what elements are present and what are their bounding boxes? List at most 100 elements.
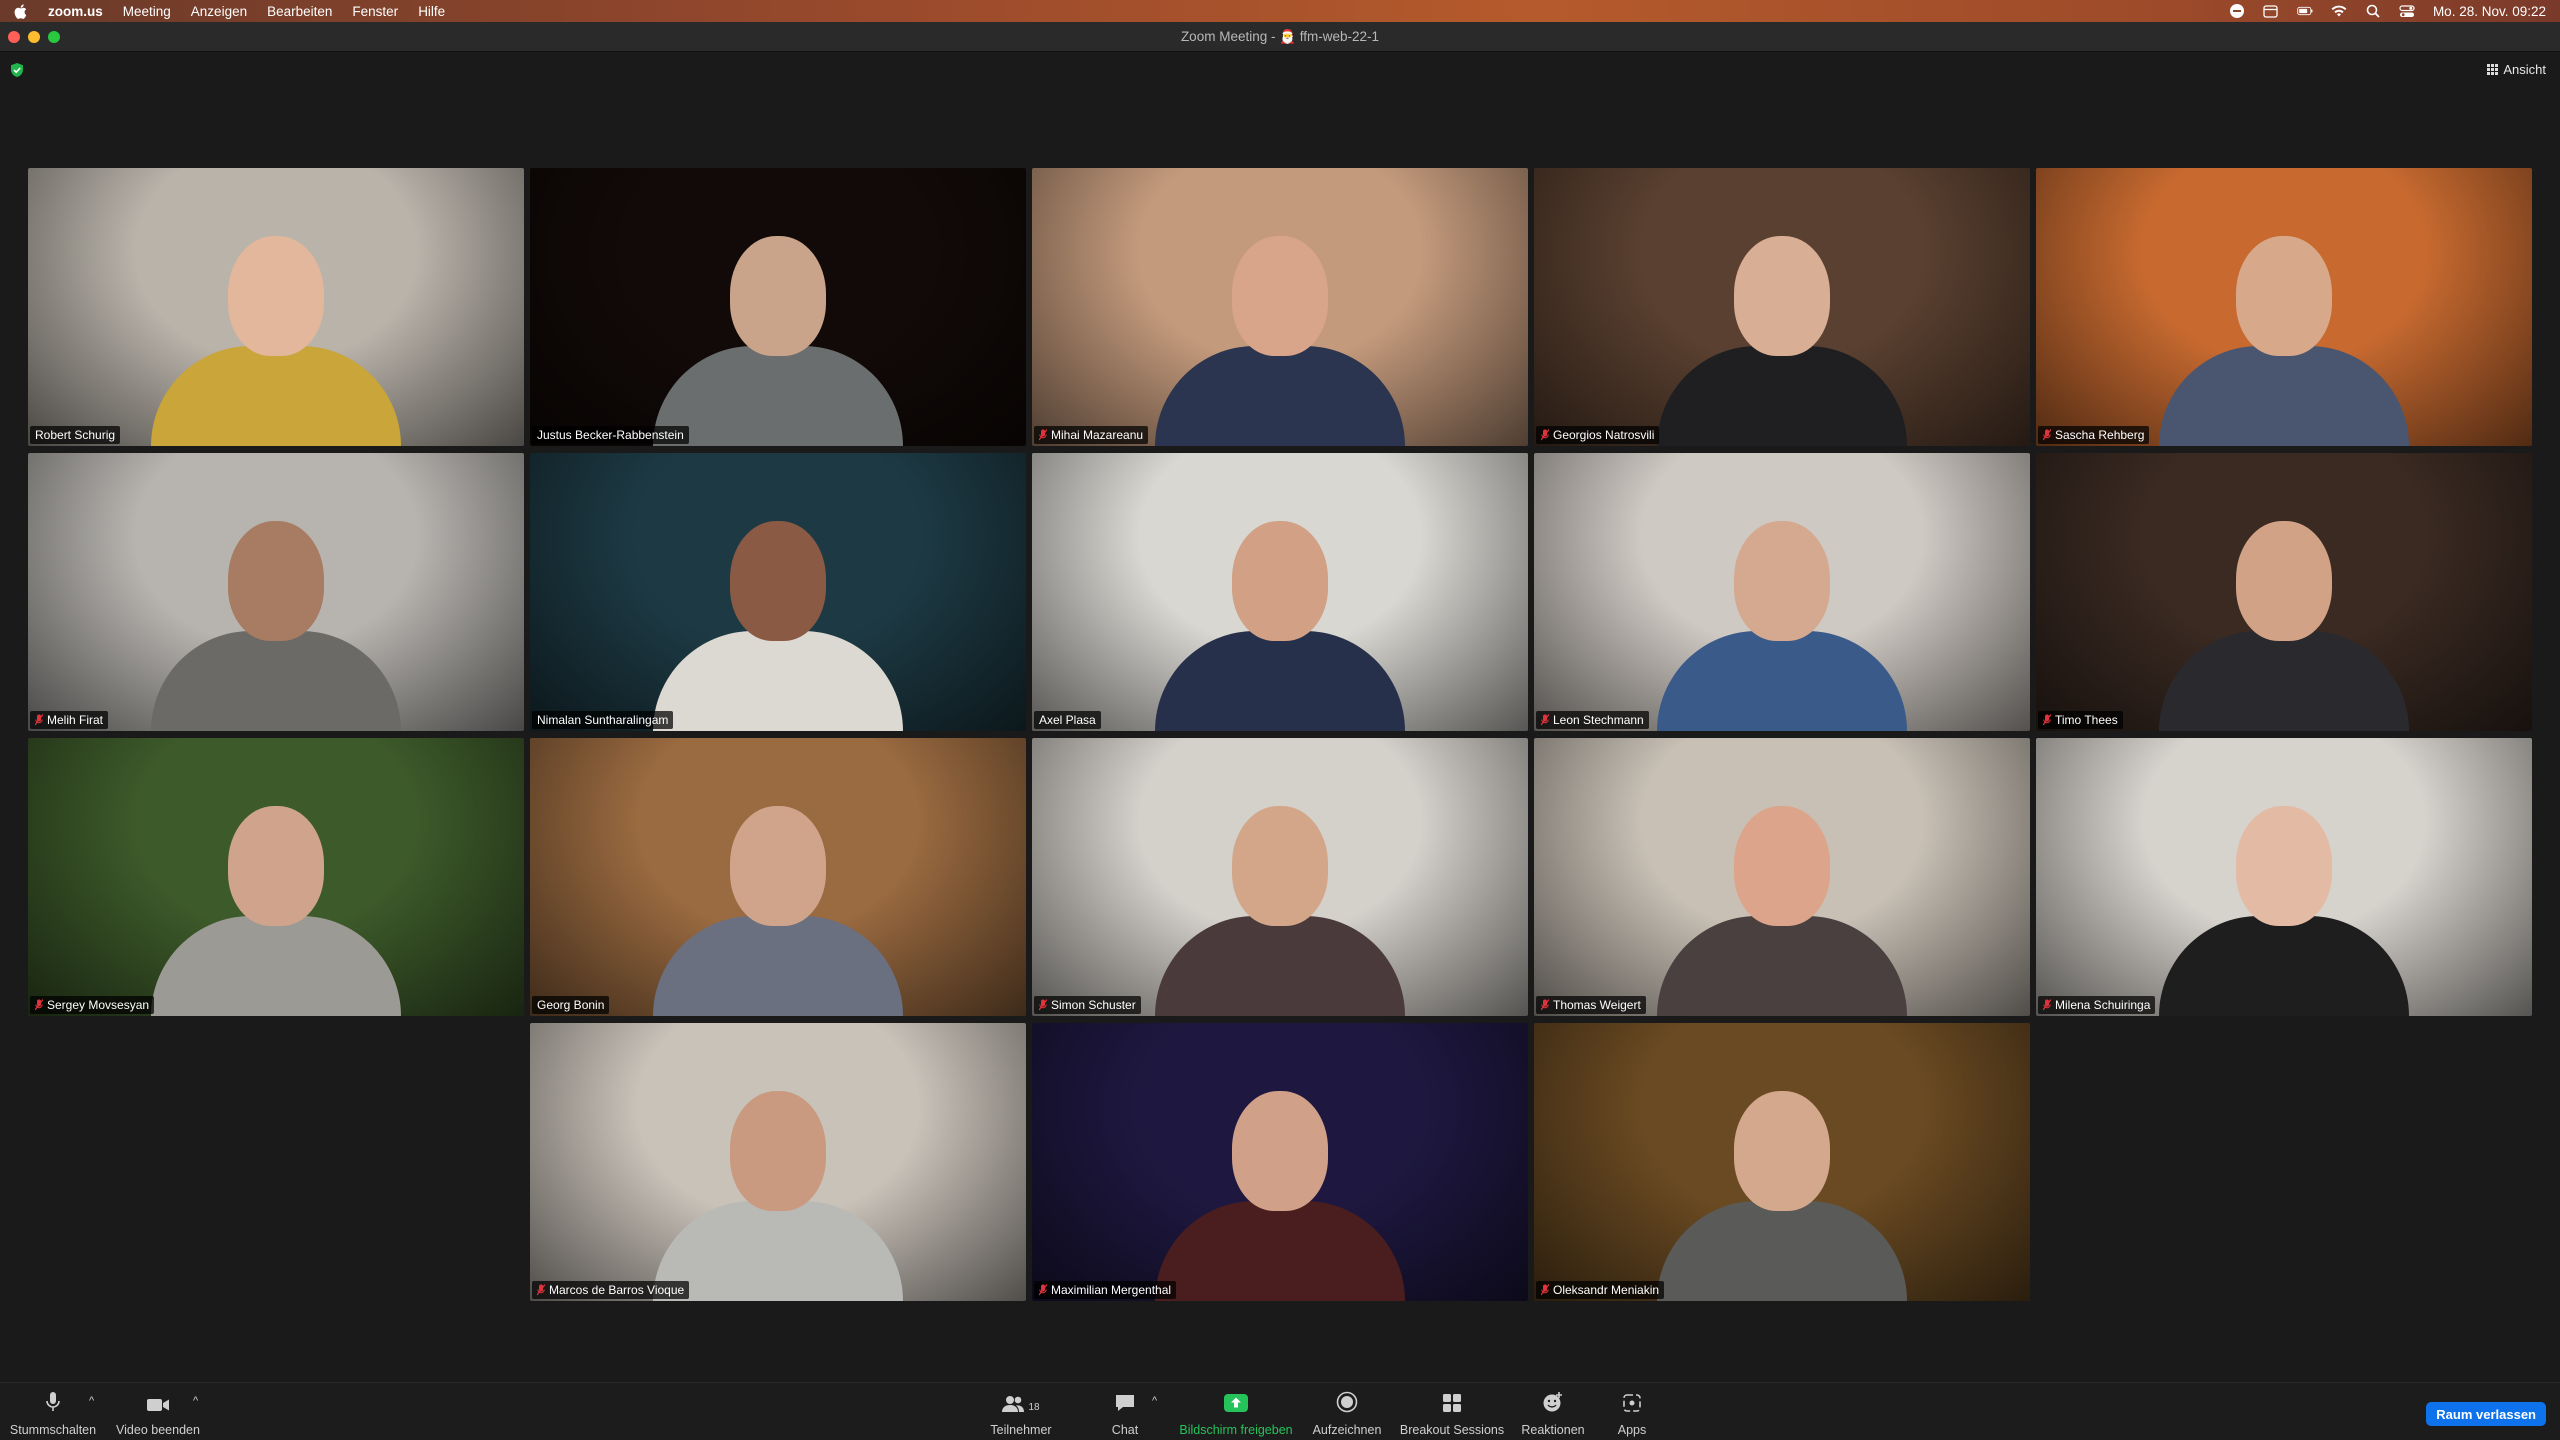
participant-name-tag: Georgios Natrosvili bbox=[1536, 426, 1660, 444]
reactions-button[interactable]: Reaktionen bbox=[1516, 1391, 1590, 1437]
share-screen-button[interactable]: Bildschirm freigeben bbox=[1172, 1391, 1300, 1437]
participant-body bbox=[151, 631, 401, 731]
participant-video-tile[interactable]: Sascha Rehberg bbox=[2036, 168, 2532, 446]
record-button[interactable]: Aufzeichnen bbox=[1306, 1391, 1388, 1437]
participant-video-feed bbox=[2154, 481, 2414, 731]
participant-video-tile[interactable]: Timo Thees bbox=[2036, 453, 2532, 731]
participants-button-label: Teilnehmer bbox=[990, 1423, 1052, 1437]
muted-microphone-icon bbox=[1540, 1284, 1550, 1296]
participant-name: Justus Becker-Rabbenstein bbox=[537, 428, 684, 442]
participant-video-feed bbox=[1150, 1051, 1410, 1301]
breakout-sessions-button-label: Breakout Sessions bbox=[1399, 1423, 1505, 1437]
participant-video-tile[interactable]: Nimalan Suntharalingam bbox=[530, 453, 1026, 731]
participant-body bbox=[1155, 346, 1405, 446]
participant-name: Timo Thees bbox=[2055, 713, 2118, 727]
participant-body bbox=[1657, 346, 1907, 446]
participant-video-tile[interactable]: Simon Schuster bbox=[1032, 738, 1528, 1016]
participant-video-feed bbox=[1652, 481, 1912, 731]
participant-video-tile[interactable]: Georg Bonin bbox=[530, 738, 1026, 1016]
apps-icon bbox=[1622, 1391, 1642, 1413]
audio-options-chevron-icon[interactable]: ^ bbox=[89, 1395, 94, 1407]
participant-video-feed bbox=[146, 766, 406, 1016]
participant-body bbox=[2159, 631, 2409, 731]
gallery-view-grid: Robert Schurig Justus Becker-Rabbenstein M… bbox=[0, 0, 2560, 1440]
chat-bubble-icon bbox=[1114, 1391, 1136, 1413]
participant-body bbox=[1657, 916, 1907, 1016]
participant-name-tag: Melih Firat bbox=[30, 711, 109, 729]
participant-video-tile[interactable]: Melih Firat bbox=[28, 453, 524, 731]
apps-button[interactable]: Apps bbox=[1606, 1391, 1658, 1437]
participant-body bbox=[653, 916, 903, 1016]
participant-head bbox=[730, 1091, 826, 1211]
participant-name: Marcos de Barros Vioque bbox=[549, 1283, 685, 1297]
participant-name: Leon Stechmann bbox=[1553, 713, 1644, 727]
participant-video-tile[interactable]: Maximilian Mergenthal bbox=[1032, 1023, 1528, 1301]
participant-video-tile[interactable]: Justus Becker-Rabbenstein bbox=[530, 168, 1026, 446]
mute-button-label: Stummschalten bbox=[9, 1423, 97, 1437]
participant-name: Oleksandr Meniakin bbox=[1553, 1283, 1660, 1297]
participant-video-feed bbox=[648, 1051, 908, 1301]
participant-body bbox=[1155, 631, 1405, 731]
participant-name-tag: Milena Schuiringa bbox=[2038, 996, 2156, 1014]
participant-name: Sascha Rehberg bbox=[2055, 428, 2145, 442]
participant-head bbox=[1232, 236, 1328, 356]
participant-video-feed bbox=[648, 481, 908, 731]
participant-video-feed bbox=[1150, 766, 1410, 1016]
participant-video-tile[interactable]: Georgios Natrosvili bbox=[1534, 168, 2030, 446]
record-icon bbox=[1336, 1391, 1358, 1413]
participant-video-feed bbox=[1652, 766, 1912, 1016]
participant-video-tile[interactable]: Leon Stechmann bbox=[1534, 453, 2030, 731]
participant-video-tile[interactable]: Axel Plasa bbox=[1032, 453, 1528, 731]
muted-microphone-icon bbox=[1540, 714, 1550, 726]
participant-body bbox=[2159, 346, 2409, 446]
participant-video-feed bbox=[648, 766, 908, 1016]
participant-body bbox=[653, 1201, 903, 1301]
participant-name-tag: Nimalan Suntharalingam bbox=[532, 711, 674, 729]
participant-name: Robert Schurig bbox=[35, 428, 116, 442]
breakout-rooms-icon bbox=[1442, 1391, 1462, 1413]
microphone-icon bbox=[45, 1391, 61, 1413]
participant-head bbox=[730, 521, 826, 641]
leave-meeting-button[interactable]: Raum verlassen bbox=[2426, 1402, 2546, 1426]
muted-microphone-icon bbox=[1038, 1284, 1048, 1296]
participants-button[interactable]: 18 Teilnehmer bbox=[980, 1391, 1062, 1437]
participant-name-tag: Georg Bonin bbox=[532, 996, 610, 1014]
participant-name-tag: Justus Becker-Rabbenstein bbox=[532, 426, 689, 444]
video-options-chevron-icon[interactable]: ^ bbox=[193, 1395, 198, 1407]
meeting-toolbar: Stummschalten ^ Video beenden ^ 18 Teiln… bbox=[0, 1382, 2560, 1440]
participant-video-feed bbox=[2154, 766, 2414, 1016]
chat-button[interactable]: Chat bbox=[1100, 1391, 1150, 1437]
participant-head bbox=[730, 236, 826, 356]
record-button-label: Aufzeichnen bbox=[1312, 1423, 1382, 1437]
participant-body bbox=[653, 631, 903, 731]
chat-options-chevron-icon[interactable]: ^ bbox=[1152, 1395, 1157, 1407]
participant-video-tile[interactable]: Sergey Movsesyan bbox=[28, 738, 524, 1016]
participant-video-tile[interactable]: Oleksandr Meniakin bbox=[1534, 1023, 2030, 1301]
participant-video-feed bbox=[1150, 481, 1410, 731]
muted-microphone-icon bbox=[1038, 429, 1048, 441]
participant-video-tile[interactable]: Mihai Mazareanu bbox=[1032, 168, 1528, 446]
stop-video-button[interactable]: Video beenden bbox=[110, 1391, 206, 1437]
participant-video-tile[interactable]: Marcos de Barros Vioque bbox=[530, 1023, 1026, 1301]
participant-name-tag: Sascha Rehberg bbox=[2038, 426, 2150, 444]
participant-video-tile[interactable]: Thomas Weigert bbox=[1534, 738, 2030, 1016]
participant-video-feed bbox=[1150, 196, 1410, 446]
muted-microphone-icon bbox=[2042, 714, 2052, 726]
participant-name-tag: Axel Plasa bbox=[1034, 711, 1101, 729]
participant-body bbox=[1657, 1201, 1907, 1301]
participant-name: Mihai Mazareanu bbox=[1051, 428, 1144, 442]
participant-name: Melih Firat bbox=[47, 713, 104, 727]
mute-button[interactable]: Stummschalten bbox=[8, 1391, 98, 1437]
participant-name: Georgios Natrosvili bbox=[1553, 428, 1655, 442]
participant-name-tag: Leon Stechmann bbox=[1536, 711, 1649, 729]
breakout-sessions-button[interactable]: Breakout Sessions bbox=[1396, 1391, 1508, 1437]
participant-video-tile[interactable]: Robert Schurig bbox=[28, 168, 524, 446]
participant-head bbox=[1232, 521, 1328, 641]
participant-body bbox=[1657, 631, 1907, 731]
participant-head bbox=[228, 806, 324, 926]
participant-video-tile[interactable]: Milena Schuiringa bbox=[2036, 738, 2532, 1016]
participant-video-feed bbox=[648, 196, 908, 446]
share-screen-button-label: Bildschirm freigeben bbox=[1179, 1423, 1293, 1437]
participant-video-feed bbox=[1652, 196, 1912, 446]
participant-name-tag: Sergey Movsesyan bbox=[30, 996, 155, 1014]
